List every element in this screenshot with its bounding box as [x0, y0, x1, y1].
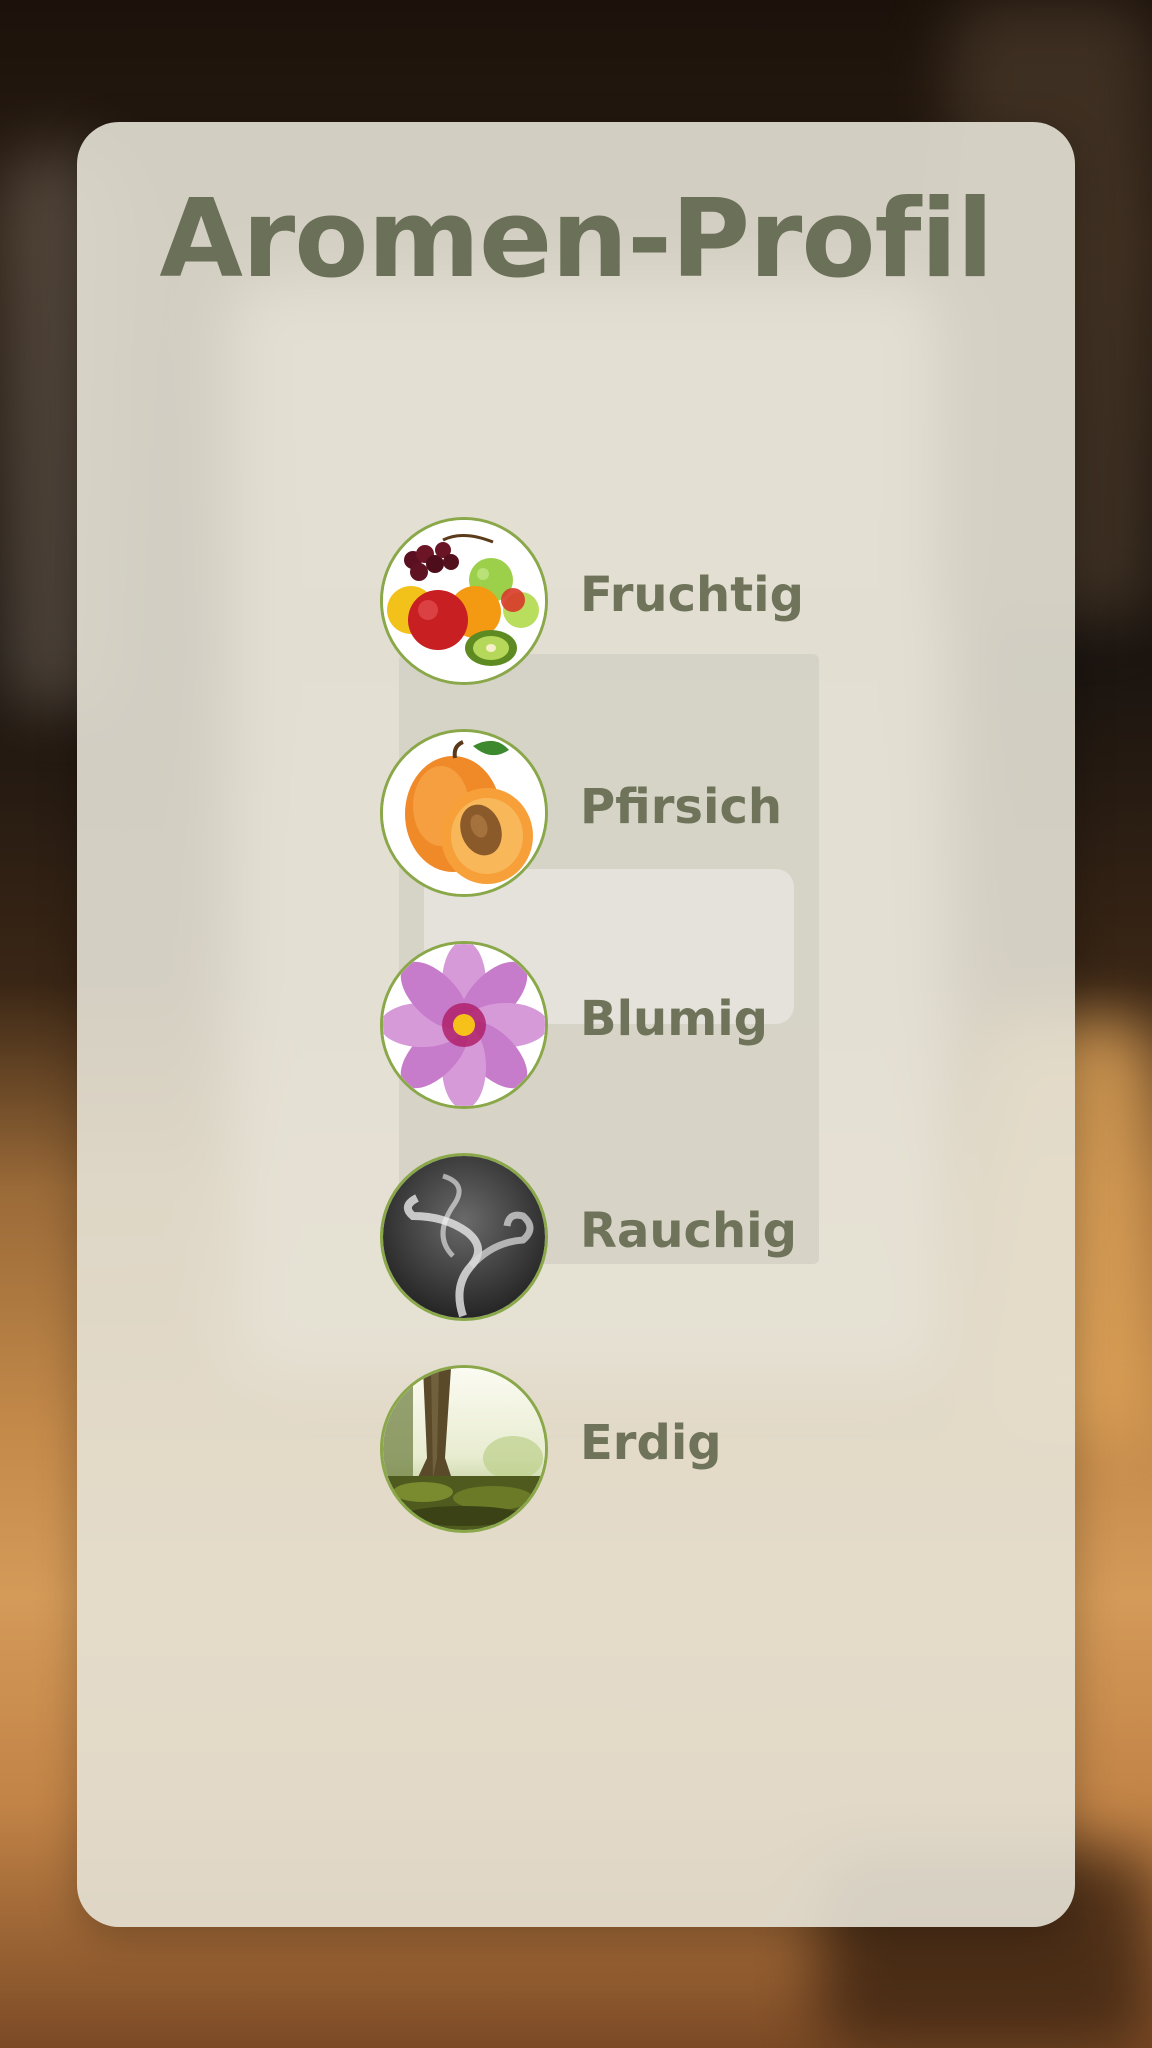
- aroma-label: Fruchtig: [580, 567, 804, 623]
- peach-icon: [380, 729, 548, 897]
- aroma-label: Rauchig: [580, 1203, 797, 1259]
- fruit-basket-icon: [380, 517, 548, 685]
- aroma-label: Blumig: [580, 991, 769, 1047]
- smoke-icon: [380, 1153, 548, 1321]
- page-title: Aromen-Profil: [159, 177, 993, 302]
- aroma-item-fruchtig[interactable]: Fruchtig: [380, 517, 880, 685]
- aroma-item-pfirsich[interactable]: Pfirsich: [380, 729, 880, 897]
- aroma-item-erdig[interactable]: Erdig: [380, 1365, 880, 1533]
- aroma-label: Erdig: [580, 1415, 722, 1471]
- forest-ground-icon: [380, 1365, 548, 1533]
- aroma-profile-card: Aromen-Profil Fruchtig Pfirsich Blumig R…: [77, 122, 1075, 1927]
- flower-icon: [380, 941, 548, 1109]
- aroma-item-blumig[interactable]: Blumig: [380, 941, 880, 1109]
- aroma-label: Pfirsich: [580, 779, 783, 835]
- aroma-item-rauchig[interactable]: Rauchig: [380, 1153, 880, 1321]
